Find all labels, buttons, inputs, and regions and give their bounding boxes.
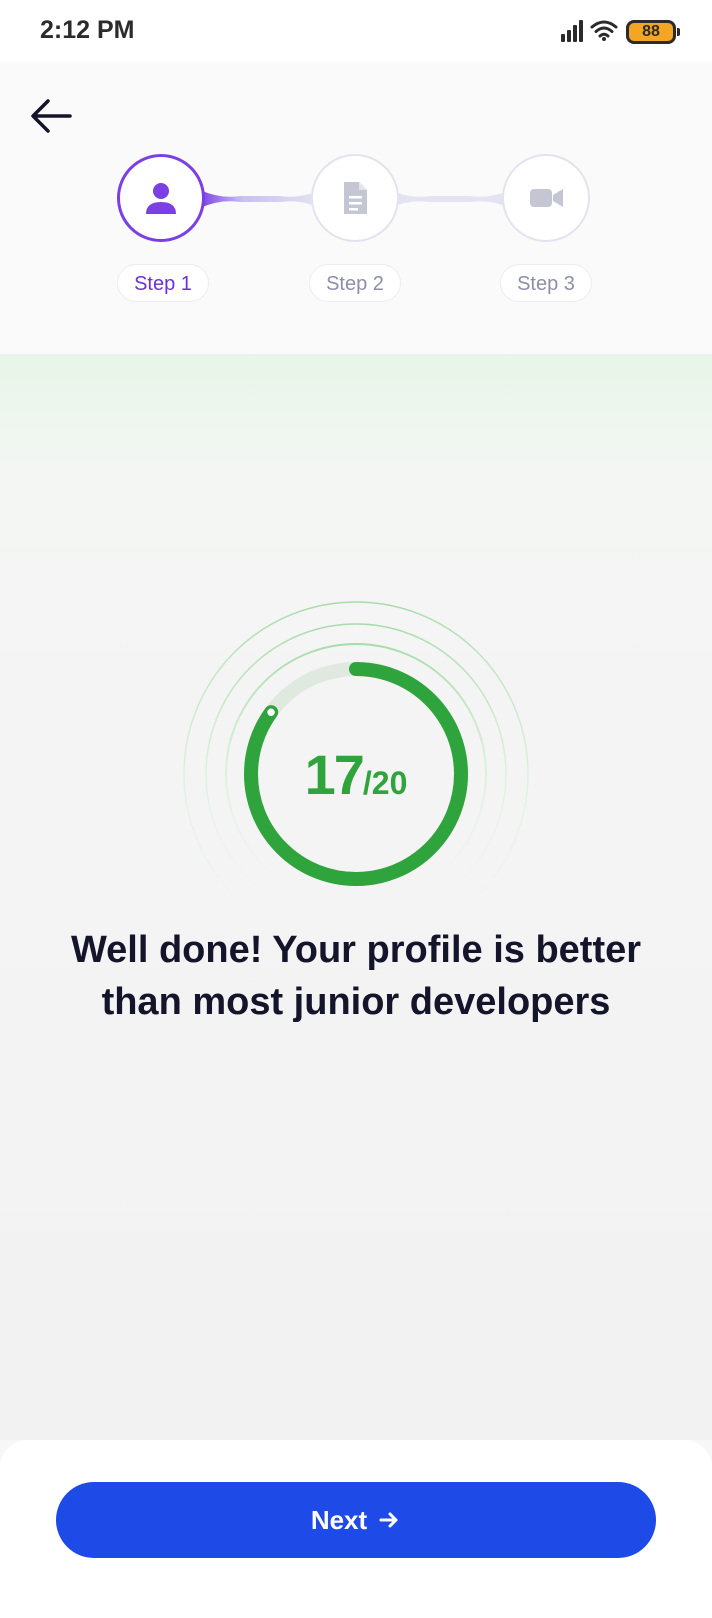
score-text: 17/20	[176, 742, 536, 807]
status-time: 2:12 PM	[40, 16, 135, 44]
video-camera-icon	[530, 189, 563, 207]
footer: Next	[0, 1440, 712, 1618]
document-icon	[344, 182, 367, 214]
step-connector-2	[390, 190, 510, 208]
score-progress-dot	[264, 706, 278, 719]
score-value: 17	[304, 743, 365, 806]
arrow-right-icon	[379, 1512, 398, 1528]
signal-icon	[561, 20, 583, 42]
next-button[interactable]: Next	[56, 1482, 656, 1558]
stepper: Step 1 Step 2 Step 3	[0, 62, 712, 354]
next-button-label: Next	[310, 1504, 368, 1535]
wifi-icon	[590, 20, 618, 41]
battery-indicator: 88	[626, 20, 680, 44]
score-total: /20	[362, 765, 408, 801]
status-icons: 88	[560, 18, 680, 46]
step-3-circle[interactable]	[502, 154, 590, 242]
result-message: Well done! Your profile is better than m…	[70, 929, 642, 1023]
step-2-circle[interactable]	[311, 154, 399, 242]
step-3-label: Step 3	[500, 264, 592, 302]
step-1-label: Step 1	[117, 264, 209, 302]
step-connector-1	[200, 190, 320, 208]
score-gauge: 17/20	[176, 594, 536, 954]
user-icon	[146, 183, 176, 214]
header: Step 1 Step 2 Step 3	[0, 62, 712, 354]
step-2-label: Step 2	[309, 264, 401, 302]
status-bar: 2:12 PM 88	[0, 0, 712, 62]
main-content: 17/20 Well done! Your profile is better …	[0, 354, 712, 1440]
step-1-circle[interactable]	[117, 154, 205, 242]
